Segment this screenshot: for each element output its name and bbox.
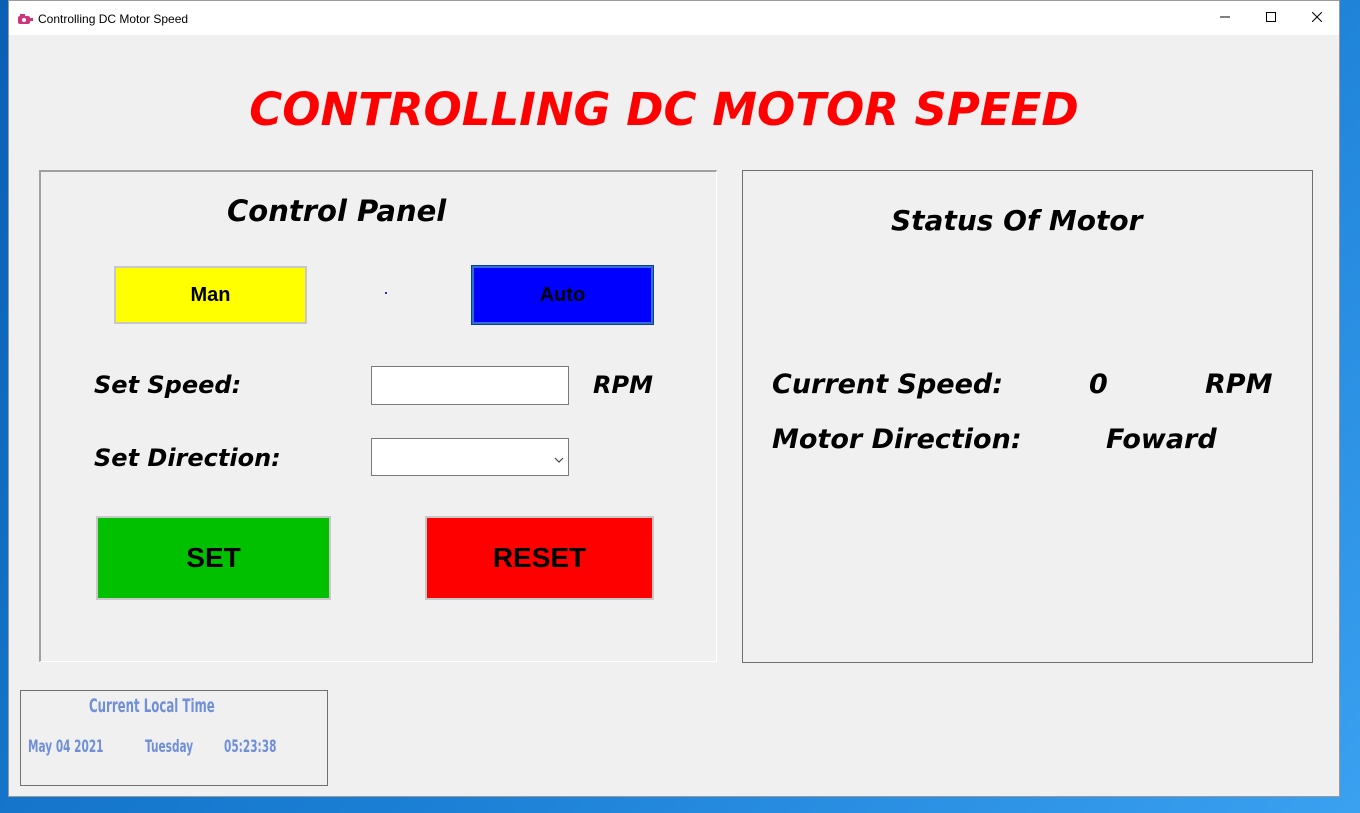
current-speed-value: 0: [1089, 369, 1108, 400]
clock-date: May 04 2021: [28, 737, 104, 757]
title-bar[interactable]: Controlling DC Motor Speed: [9, 1, 1339, 35]
manual-mode-button[interactable]: Man: [114, 266, 307, 324]
close-button[interactable]: [1294, 1, 1340, 35]
auto-mode-button[interactable]: Auto: [471, 265, 654, 325]
set-speed-label: Set Speed:: [94, 371, 242, 399]
clock-time: 05:23:38: [224, 737, 277, 757]
current-speed-unit: RPM: [1205, 369, 1273, 400]
chevron-down-icon: [554, 451, 564, 469]
clock-panel: Current Local Time May 04 2021 Tuesday 0…: [20, 690, 328, 786]
maximize-icon: [1266, 9, 1276, 27]
set-button[interactable]: SET: [96, 516, 331, 600]
app-window: Controlling DC Motor Speed CONTROLLING D…: [8, 0, 1340, 797]
minimize-button[interactable]: [1202, 1, 1248, 35]
speed-unit-label: RPM: [593, 371, 653, 399]
clock-title: Current Local Time: [89, 695, 215, 717]
close-icon: [1311, 9, 1323, 27]
status-panel: Status Of Motor Current Speed: 0 RPM Mot…: [742, 170, 1313, 663]
separator-dot: [385, 292, 387, 294]
window-title: Controlling DC Motor Speed: [38, 12, 189, 26]
maximize-button[interactable]: [1248, 1, 1294, 35]
app-motor-icon: [17, 12, 33, 24]
control-panel: Control Panel Man Auto Set Speed: RPM Se…: [39, 170, 717, 662]
set-direction-label: Set Direction:: [94, 444, 281, 472]
clock-day: Tuesday: [145, 737, 194, 757]
speed-input[interactable]: [371, 366, 569, 405]
reset-button[interactable]: RESET: [425, 516, 654, 600]
minimize-icon: [1220, 9, 1230, 27]
direction-select[interactable]: [371, 438, 569, 476]
main-title: CONTROLLING DC MOTOR SPEED: [249, 83, 1079, 136]
control-panel-title: Control Panel: [227, 194, 447, 228]
current-speed-label: Current Speed:: [772, 369, 1004, 400]
motor-direction-value: Foward: [1106, 424, 1217, 455]
status-panel-title: Status Of Motor: [891, 204, 1143, 237]
motor-direction-label: Motor Direction:: [772, 424, 1022, 455]
